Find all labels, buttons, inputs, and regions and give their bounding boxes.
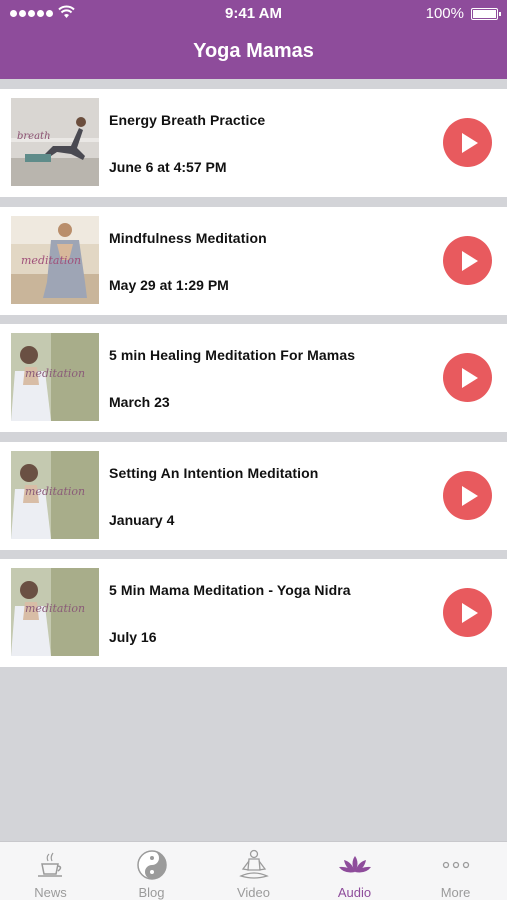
tab-news[interactable]: News [0, 842, 101, 900]
svg-text:meditation: meditation [25, 602, 85, 615]
item-date: July 16 [109, 629, 157, 645]
audio-list: breath Energy Breath Practice June 6 at … [0, 89, 507, 677]
svg-text:meditation: meditation [25, 485, 85, 498]
meditating-figure-icon [239, 849, 269, 879]
yin-yang-icon [137, 850, 167, 880]
tab-label: Blog [138, 885, 165, 900]
list-item[interactable]: meditation Setting An Intention Meditati… [0, 441, 507, 550]
tab-video[interactable]: Video [203, 842, 304, 900]
svg-text:breath: breath [17, 131, 51, 142]
thumbnail-image: meditation [11, 450, 99, 539]
thumbnail-image: meditation [11, 333, 99, 421]
item-date: May 29 at 1:29 PM [109, 276, 229, 293]
item-title: Energy Breath Practice [109, 112, 266, 128]
play-icon[interactable] [443, 235, 492, 285]
thumbnail-image: meditation [11, 215, 99, 304]
app-header: 9:41 AM 100% Yoga Mamas [0, 0, 507, 79]
tab-more[interactable]: More [405, 842, 506, 900]
item-title: Mindfulness Meditation [109, 229, 267, 246]
item-title: 5 Min Mama Meditation - Yoga Nidra [109, 582, 351, 598]
play-icon[interactable] [443, 118, 492, 167]
tab-label: Video [236, 885, 270, 900]
play-icon[interactable] [443, 353, 492, 402]
svg-text:meditation: meditation [25, 367, 85, 380]
list-item[interactable]: meditation 5 Min Mama Meditation - Yoga … [0, 559, 507, 667]
tab-label: More [440, 885, 471, 900]
item-date: March 23 [109, 394, 170, 410]
status-bar: 9:41 AM 100% [0, 0, 507, 28]
play-icon[interactable] [443, 470, 492, 520]
item-title: Setting An Intention Meditation [109, 464, 319, 481]
item-title: 5 min Healing Meditation For Mamas [109, 347, 356, 363]
tab-blog[interactable]: Blog [101, 842, 202, 900]
tab-label: News [34, 885, 67, 900]
play-icon[interactable] [443, 588, 492, 637]
tab-label: Audio [337, 885, 372, 900]
svg-text:meditation: meditation [21, 254, 81, 267]
item-date: June 6 at 4:57 PM [109, 159, 227, 175]
thumbnail-image: breath [11, 98, 99, 186]
tab-audio[interactable]: Audio [304, 842, 405, 900]
battery-percent: 100% [425, 5, 464, 22]
tab-bar: News Blog Video Audio More [0, 841, 507, 900]
list-item[interactable]: meditation Mindfulness Meditation May 29… [0, 206, 507, 315]
list-item[interactable]: meditation 5 min Healing Meditation For … [0, 324, 507, 432]
page-title: Yoga Mamas [193, 40, 314, 62]
thumbnail-image: meditation [11, 568, 99, 656]
coffee-cup-icon [38, 852, 62, 877]
lotus-icon [339, 856, 371, 873]
more-dots-icon [442, 861, 470, 869]
item-date: January 4 [109, 511, 175, 528]
battery-icon [471, 8, 501, 20]
list-item[interactable]: breath Energy Breath Practice June 6 at … [0, 89, 507, 197]
